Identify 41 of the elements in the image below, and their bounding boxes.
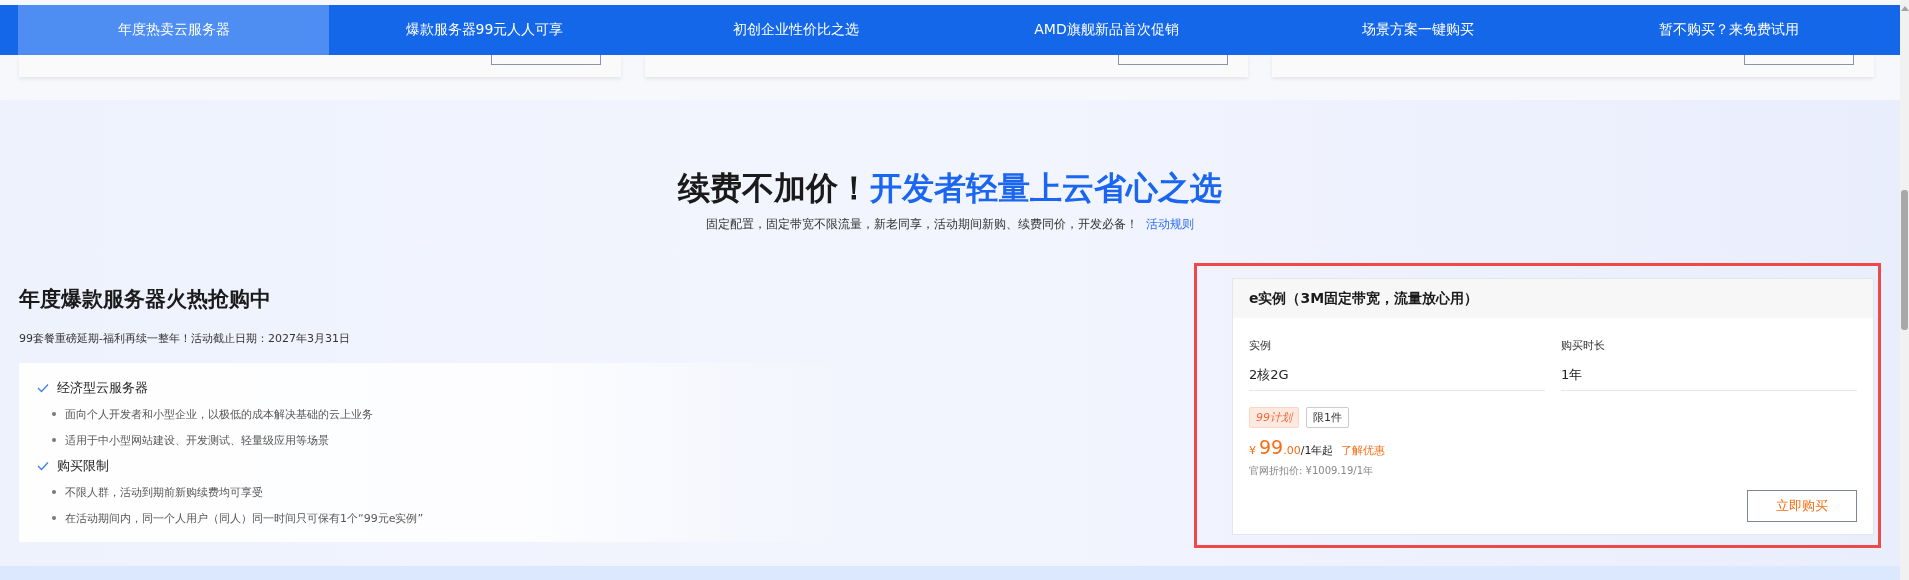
promo-subtitle: 99套餐重磅延期-福利再续一整年！活动截止日期：2027年3月31日	[19, 331, 350, 346]
banner-title: 续费不加价！	[678, 169, 870, 207]
feature-heading: 经济型云服务器	[57, 379, 148, 397]
price-text: ¥99.00/1年起	[1249, 436, 1334, 458]
nav-tab[interactable]: 爆款服务器99元人人可享	[329, 5, 640, 55]
feature-text: 在活动期间内，同一个人用户（同人）同一时间只可保有1个“99元e实例”	[65, 510, 424, 526]
field-value: 1年	[1561, 366, 1584, 384]
field-label: 购买时长	[1561, 338, 1606, 353]
nav-tab[interactable]: 初创企业性价比之选	[640, 5, 951, 55]
bullet-icon	[52, 438, 56, 442]
banner-highlight: 开发者轻量上云省心之选	[870, 169, 1222, 207]
feature-text: 不限人群，活动到期前新购续费均可享受	[65, 484, 263, 500]
bullet-icon	[52, 490, 56, 494]
banner-subtitle: 固定配置，固定带宽不限流量，新老同享，活动期间新购、续费同价，开发必备！	[706, 216, 1138, 233]
card-title: e实例（3M固定带宽，流量放心用）	[1249, 289, 1479, 308]
nav-tab[interactable]: 场景方案一键购买	[1262, 5, 1573, 55]
feature-heading: 购买限制	[57, 457, 109, 475]
tag: 限1件	[1306, 407, 1349, 428]
scroll-up-icon[interactable]	[1900, 6, 1909, 11]
check-icon	[37, 383, 49, 393]
nav-tab[interactable]: 暂不购买？来免费试用	[1573, 5, 1884, 55]
discount-link[interactable]: 了解优惠	[1341, 443, 1386, 458]
nav-tab[interactable]: AMD旗舰新品首次促销	[951, 5, 1262, 55]
field-value: 2核2G	[1249, 366, 1290, 384]
feature-text: 适用于中小型网站建设、开发测试、轻量级应用等场景	[65, 432, 329, 448]
check-icon	[37, 461, 49, 471]
scrollbar[interactable]	[1900, 0, 1909, 580]
card-button[interactable]	[1117, 55, 1228, 65]
field-label: 实例	[1249, 338, 1272, 353]
buy-button[interactable]: 立即购买	[1747, 490, 1857, 522]
card-button[interactable]	[491, 55, 602, 65]
promo-title: 年度爆款服务器火热抢购中	[19, 286, 271, 313]
tag: 99计划	[1249, 407, 1299, 428]
list-price: 官网折扣价: ¥1009.19/1年	[1249, 464, 1373, 478]
scrollbar-thumb[interactable]	[1901, 190, 1908, 330]
nav-tab[interactable]: 年度热卖云服务器	[18, 5, 329, 55]
bullet-icon	[52, 412, 56, 416]
feature-text: 面向个人开发者和小型企业，以极低的成本解决基础的云上业务	[65, 406, 373, 422]
bullet-icon	[52, 516, 56, 520]
card-button[interactable]	[1744, 55, 1854, 65]
rules-link[interactable]: 活动规则	[1146, 216, 1194, 233]
